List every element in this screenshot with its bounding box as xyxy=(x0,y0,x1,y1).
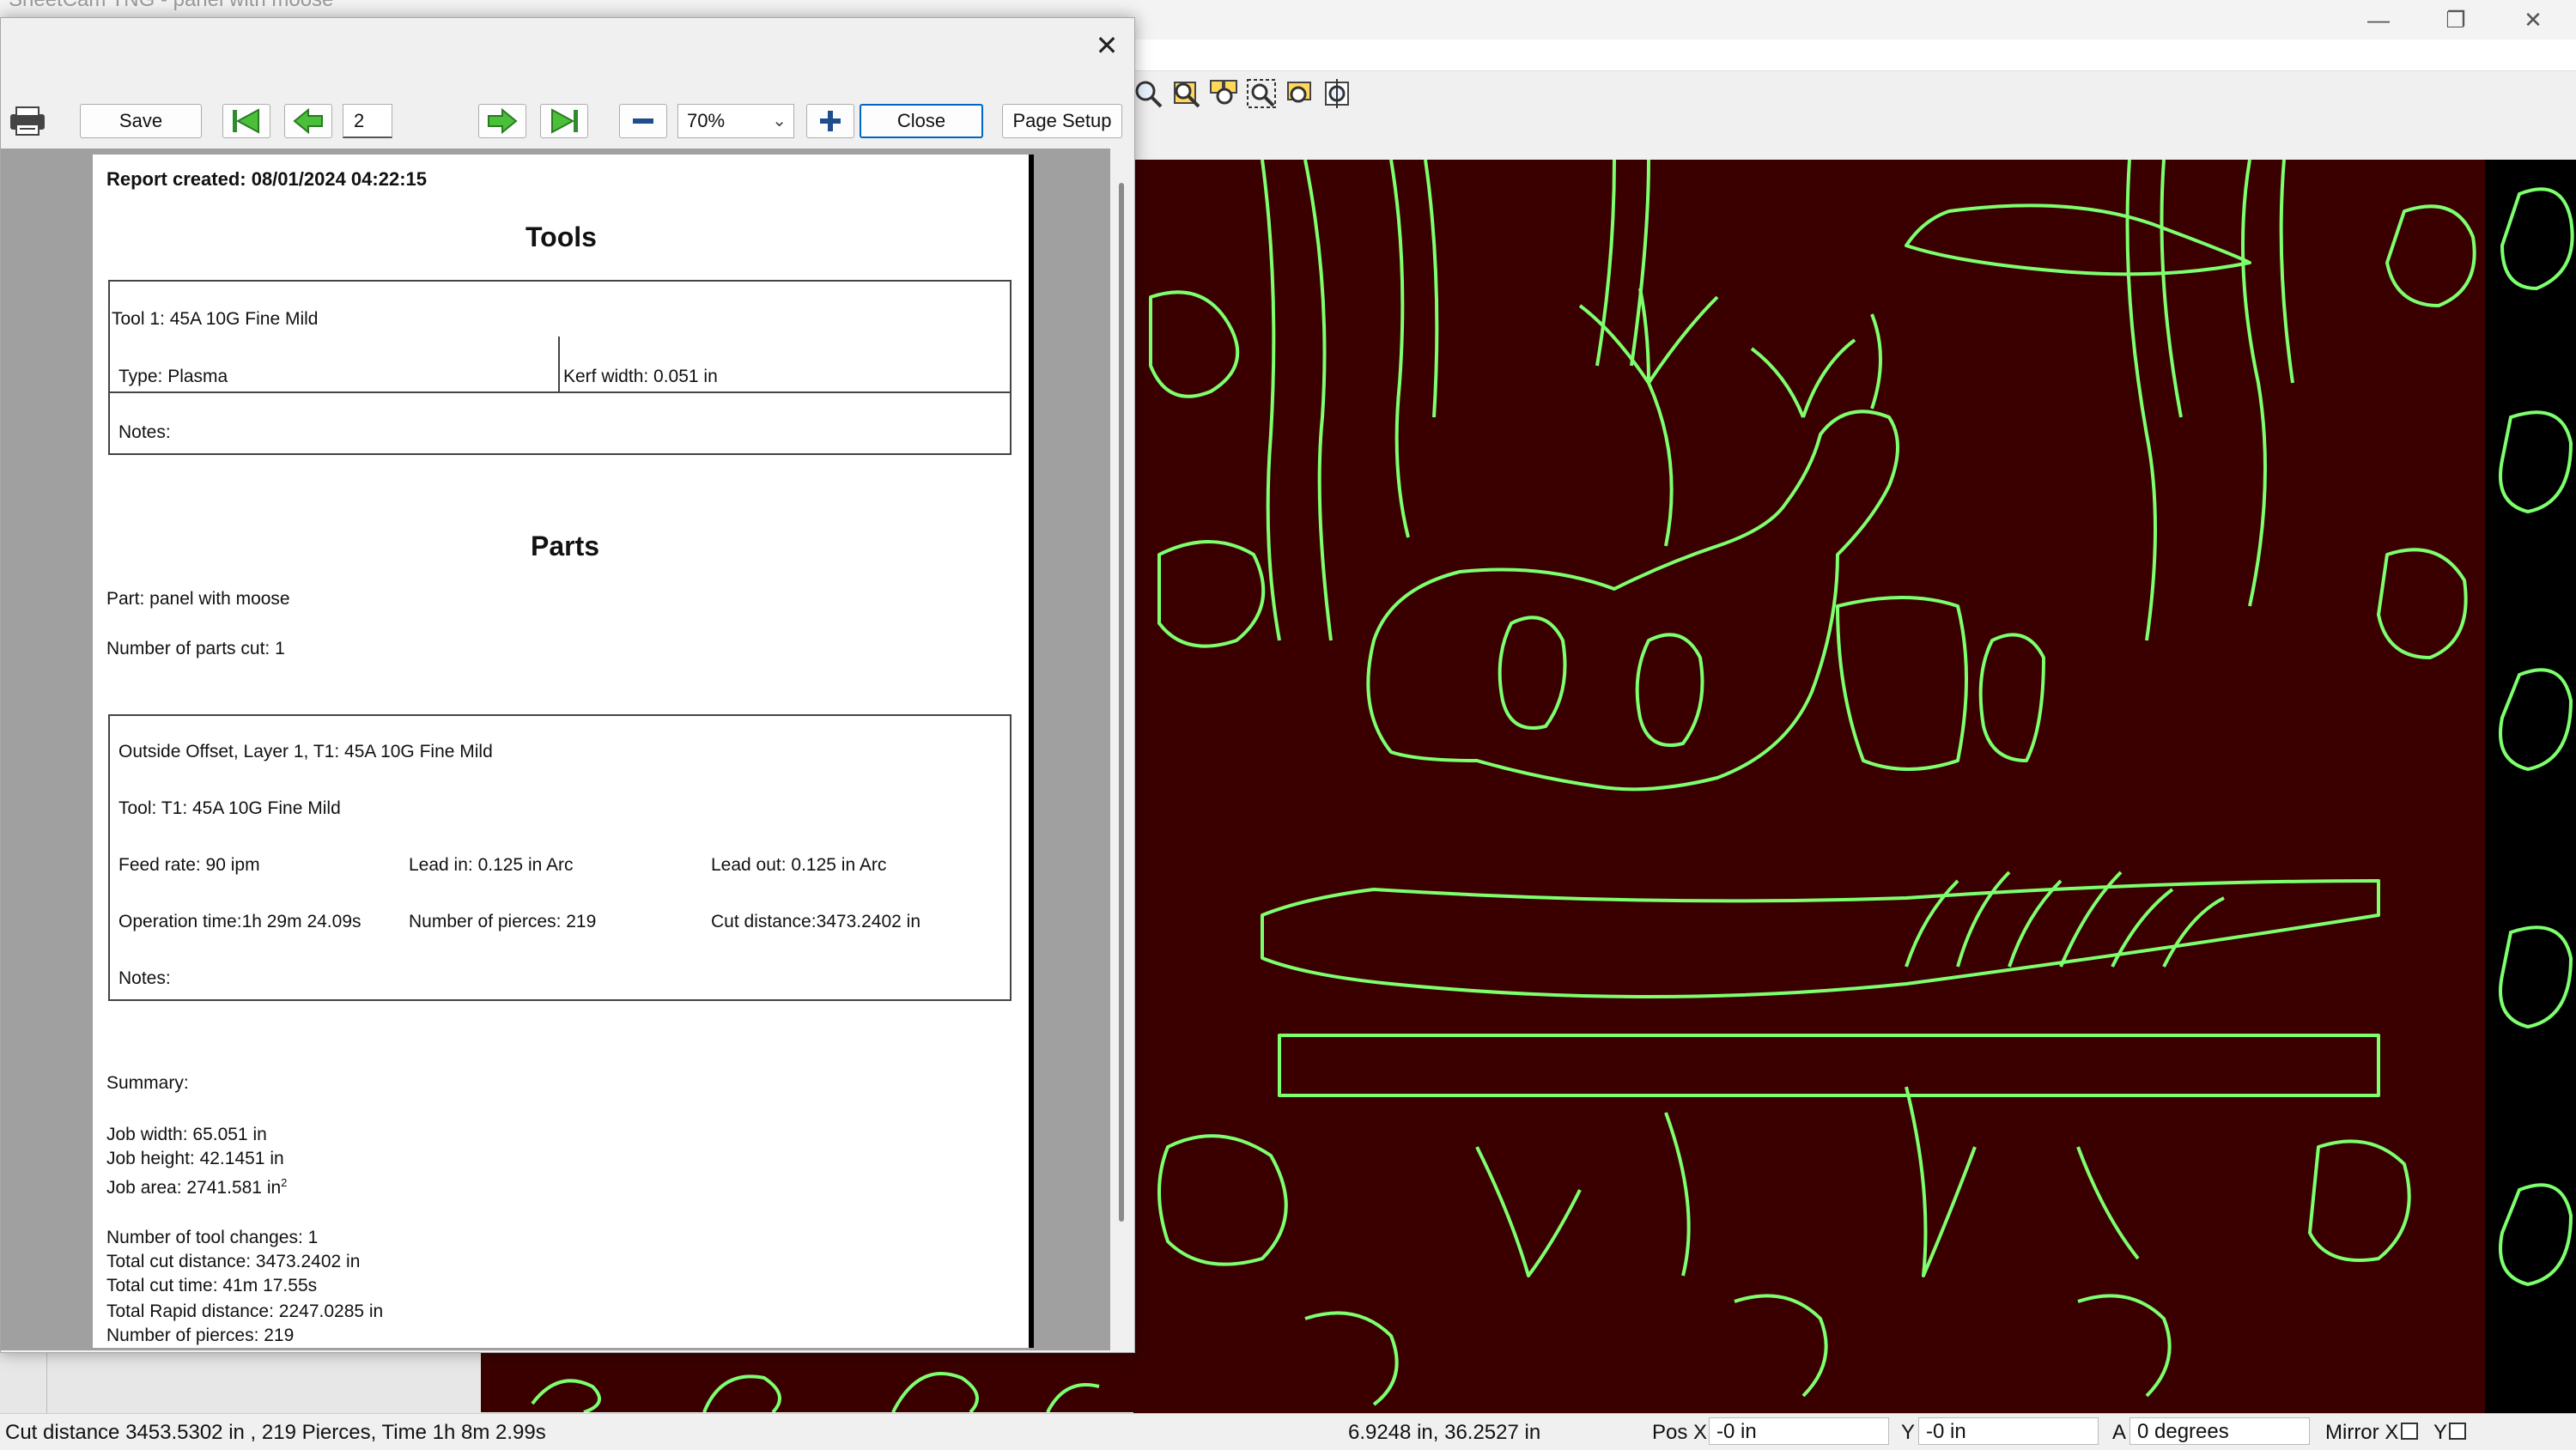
preview-scrollbar[interactable] xyxy=(1110,149,1133,1350)
first-page-button[interactable] xyxy=(222,104,270,138)
zoom-extents-icon[interactable] xyxy=(1207,77,1240,110)
tool-changes: Number of tool changes: 1 xyxy=(106,1228,319,1247)
tools-table-col-divider xyxy=(558,337,560,393)
parts-cut: Number of parts cut: 1 xyxy=(106,639,285,658)
drawing-canvas[interactable] xyxy=(1133,160,2485,1413)
arrow-left-icon xyxy=(293,107,323,135)
parts-heading: Parts xyxy=(531,531,600,561)
report-page: Report created: 08/01/2024 04:22:15 Tool… xyxy=(93,155,1029,1348)
window-close-button[interactable]: ✕ xyxy=(2495,2,2571,38)
canvas-offsheet-area xyxy=(2485,160,2576,1413)
total-pierces: Number of pierces: 219 xyxy=(106,1326,295,1345)
job-width: Job width: 65.051 in xyxy=(106,1125,267,1144)
pos-x-label: Pos X xyxy=(1652,1421,1708,1444)
close-preview-button[interactable]: Close xyxy=(860,104,983,138)
zoom-out-button[interactable] xyxy=(619,104,667,138)
zoom-in-button[interactable] xyxy=(806,104,854,138)
tool-name: Tool 1: 45A 10G Fine Mild xyxy=(112,309,319,329)
lower-strip-cut-paths xyxy=(531,1372,1100,1412)
tools-table xyxy=(108,280,1012,455)
maximize-button[interactable]: ❐ xyxy=(2418,2,2494,38)
job-area: Job area: 2741.581 in2 xyxy=(106,1176,287,1198)
minimize-button[interactable]: — xyxy=(2341,2,2416,38)
operation-time: Operation time:1h 29m 24.09s xyxy=(118,912,361,931)
chevron-down-icon: ⌄ xyxy=(772,112,787,130)
status-bar: Cut distance 3453.5302 in , 219 Pierces,… xyxy=(0,1413,2576,1450)
angle-label: A xyxy=(2112,1421,2127,1444)
operation-name: Outside Offset, Layer 1, T1: 45A 10G Fin… xyxy=(118,742,493,761)
cut-summary-status: Cut distance 3453.5302 in , 219 Pierces,… xyxy=(5,1421,546,1444)
job-height: Job height: 42.1451 in xyxy=(106,1149,284,1168)
pos-x-field[interactable]: -0 in xyxy=(1709,1417,1889,1445)
tools-table-divider xyxy=(108,391,1012,393)
job-area-value: Job area: 2741.581 in xyxy=(106,1178,282,1198)
mirror-y-label: Y xyxy=(2433,1421,2448,1444)
tools-heading: Tools xyxy=(526,221,597,252)
lead-in: Lead in: 0.125 in Arc xyxy=(409,855,574,875)
zoom-icon[interactable] xyxy=(1132,77,1164,110)
page-setup-button[interactable]: Page Setup xyxy=(1002,104,1122,138)
cursor-position: 6.9248 in, 36.2527 in xyxy=(1348,1421,1541,1444)
zoom-in-icon[interactable] xyxy=(1170,77,1202,110)
job-area-unit-exponent: 2 xyxy=(281,1176,288,1189)
report-created: Report created: 08/01/2024 04:22:15 xyxy=(106,168,427,190)
operation-notes: Notes: xyxy=(118,968,171,988)
canvas-lower-strip[interactable] xyxy=(481,1352,1133,1412)
pan-icon[interactable] xyxy=(1321,77,1353,110)
feed-rate: Feed rate: 90 ipm xyxy=(118,855,260,875)
total-rapid-distance: Total Rapid distance: 2247.0285 in xyxy=(106,1301,384,1321)
next-page-button[interactable] xyxy=(478,104,526,138)
first-page-icon xyxy=(233,108,259,134)
mirror-x-checkbox[interactable] xyxy=(2401,1423,2418,1440)
zoom-select[interactable]: 70% ⌄ xyxy=(677,104,794,138)
part-name: Part: panel with moose xyxy=(106,589,290,609)
angle-field[interactable]: 0 degrees xyxy=(2129,1417,2310,1445)
dialog-close-button[interactable]: ✕ xyxy=(1084,27,1129,64)
mirror-y-checkbox[interactable] xyxy=(2449,1423,2466,1440)
cut-path-drawing xyxy=(1149,160,2476,1406)
offsheet-cut-paths xyxy=(2499,187,2574,1287)
operation-tool: Tool: T1: 45A 10G Fine Mild xyxy=(118,798,341,818)
plus-icon xyxy=(820,111,841,131)
print-button[interactable] xyxy=(4,104,51,138)
cut-distance: Cut distance:3473.2402 in xyxy=(711,912,921,931)
pierce-count: Number of pierces: 219 xyxy=(409,912,597,931)
printer-icon xyxy=(10,106,45,136)
last-page-icon xyxy=(551,108,578,134)
arrow-right-icon xyxy=(488,107,518,135)
save-button[interactable]: Save xyxy=(80,104,202,138)
pos-y-field[interactable]: -0 in xyxy=(1918,1417,2099,1445)
preview-toolbar: Save 2 70% ⌄ Close Page Setup xyxy=(1,78,1134,147)
mirror-x-label: Mirror X xyxy=(2325,1421,2399,1444)
side-panel-bottom xyxy=(0,1352,481,1413)
kerf-width: Kerf width: 0.051 in xyxy=(563,367,718,386)
total-cut-distance: Total cut distance: 3473.2402 in xyxy=(106,1252,361,1271)
previous-page-button[interactable] xyxy=(284,104,332,138)
lead-out: Lead out: 0.125 in Arc xyxy=(711,855,887,875)
last-page-button[interactable] xyxy=(540,104,588,138)
app-title: SheetCam TNG - panel with moose xyxy=(9,0,333,12)
page-number-input[interactable]: 2 xyxy=(343,104,392,138)
zoom-fit-icon[interactable] xyxy=(1245,77,1278,110)
summary-label: Summary: xyxy=(106,1073,189,1093)
panel-splitter[interactable] xyxy=(0,1353,47,1413)
zoom-value: 70% xyxy=(687,110,726,131)
scrollbar-thumb[interactable] xyxy=(1119,183,1124,1222)
total-cut-time: Total cut time: 41m 17.55s xyxy=(106,1276,318,1295)
minus-icon xyxy=(633,118,653,124)
zoom-selection-icon[interactable] xyxy=(1283,77,1315,110)
pos-y-label: Y xyxy=(1901,1421,1916,1444)
tool-notes: Notes: xyxy=(118,422,171,442)
tool-type: Type: Plasma xyxy=(118,367,228,386)
